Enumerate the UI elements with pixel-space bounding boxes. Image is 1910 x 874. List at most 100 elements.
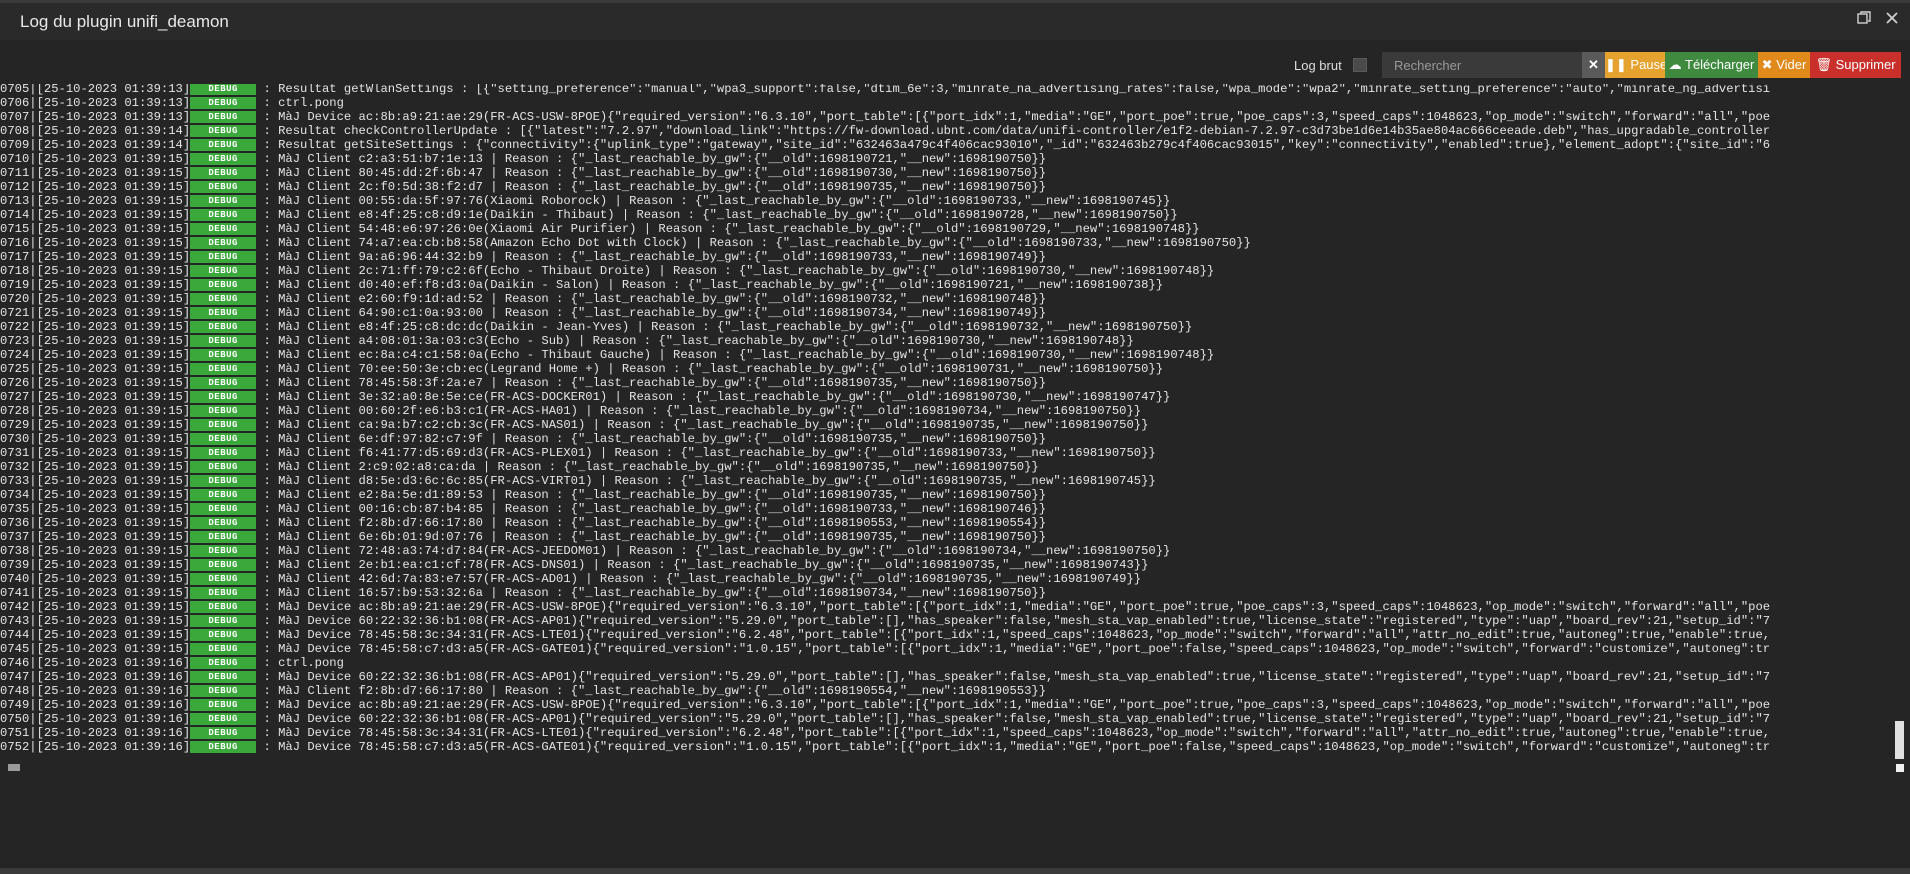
log-level-badge: DEBUG bbox=[190, 699, 257, 711]
log-line-prefix: 0720|[25-10-2023 01:39:15] bbox=[0, 292, 191, 306]
log-line: 0735|[25-10-2023 01:39:15] DEBUG : MàJ Cl… bbox=[0, 502, 1890, 516]
log-level-badge: DEBUG bbox=[190, 461, 257, 473]
log-line: 0734|[25-10-2023 01:39:15] DEBUG : MàJ Cl… bbox=[0, 488, 1890, 502]
log-line-message: : MàJ Client e2:8a:5e:d1:89:53 | Reason … bbox=[256, 488, 1047, 502]
log-output[interactable]: 0705|[25-10-2023 01:39:13] DEBUG : Result… bbox=[0, 84, 1890, 759]
log-line-prefix: 0727|[25-10-2023 01:39:15] bbox=[0, 390, 191, 404]
log-line-message: : MàJ Client f6:41:77:d5:69:d3(FR-ACS-PL… bbox=[256, 446, 1156, 460]
log-line-message: : Resultat getWlanSettings : [{"setting_… bbox=[256, 84, 1771, 96]
pause-label: Pause bbox=[1630, 57, 1668, 72]
log-line-prefix: 0746|[25-10-2023 01:39:16] bbox=[0, 656, 191, 670]
log-line: 0714|[25-10-2023 01:39:15] DEBUG : MàJ Cl… bbox=[0, 208, 1890, 222]
log-line-prefix: 0721|[25-10-2023 01:39:15] bbox=[0, 306, 191, 320]
log-level-badge: DEBUG bbox=[190, 545, 257, 557]
log-line-message: : MàJ Device 60:22:32:36:b1:08(FR-ACS-AP… bbox=[256, 614, 1771, 628]
log-line: 0748|[25-10-2023 01:39:16] DEBUG : MàJ Cl… bbox=[0, 684, 1890, 698]
log-line: 0727|[25-10-2023 01:39:15] DEBUG : MàJ Cl… bbox=[0, 390, 1890, 404]
log-line-message: : MàJ Client 2c:f0:5d:38:f2:d7 | Reason … bbox=[256, 180, 1047, 194]
log-line: 0712|[25-10-2023 01:39:15] DEBUG : MàJ Cl… bbox=[0, 180, 1890, 194]
log-line-message: : MàJ Client ca:9a:b7:c2:cb:3c(FR-ACS-NA… bbox=[256, 418, 1149, 432]
log-line: 0742|[25-10-2023 01:39:15] DEBUG : MàJ De… bbox=[0, 600, 1890, 614]
log-line-message: : MàJ Client 6e:df:97:82:c7:9f | Reason … bbox=[256, 432, 1047, 446]
clear-search-button[interactable]: ✕ bbox=[1582, 52, 1605, 78]
log-line: 0711|[25-10-2023 01:39:15] DEBUG : MàJ Cl… bbox=[0, 166, 1890, 180]
log-line: 0706|[25-10-2023 01:39:13] DEBUG : ctrl.p… bbox=[0, 96, 1890, 110]
log-level-badge: DEBUG bbox=[190, 615, 257, 627]
log-level-badge: DEBUG bbox=[190, 84, 257, 95]
log-line: 0751|[25-10-2023 01:39:16] DEBUG : MàJ De… bbox=[0, 726, 1890, 740]
log-level-badge: DEBUG bbox=[190, 601, 257, 613]
pause-button[interactable]: ❚❚ Pause bbox=[1605, 52, 1668, 78]
raw-log-checkbox[interactable] bbox=[1353, 58, 1367, 72]
log-line-prefix: 0748|[25-10-2023 01:39:16] bbox=[0, 684, 191, 698]
log-line-prefix: 0712|[25-10-2023 01:39:15] bbox=[0, 180, 191, 194]
log-line-prefix: 0729|[25-10-2023 01:39:15] bbox=[0, 418, 191, 432]
log-level-badge: DEBUG bbox=[190, 573, 257, 585]
log-level-badge: DEBUG bbox=[190, 307, 257, 319]
log-line-prefix: 0751|[25-10-2023 01:39:16] bbox=[0, 726, 191, 740]
log-level-badge: DEBUG bbox=[190, 97, 257, 109]
log-line-message: : MàJ Client 64:90:c1:0a:93:00 | Reason … bbox=[256, 306, 1047, 320]
log-level-badge: DEBUG bbox=[190, 727, 257, 739]
empty-button[interactable]: ✖ Vider bbox=[1758, 52, 1810, 78]
log-level-badge: DEBUG bbox=[190, 531, 257, 543]
log-line-message: : MàJ Client ec:8a:c4:c1:58:0a(Echo - Th… bbox=[256, 348, 1215, 362]
log-line: 0715|[25-10-2023 01:39:15] DEBUG : MàJ Cl… bbox=[0, 222, 1890, 236]
log-line-prefix: 0742|[25-10-2023 01:39:15] bbox=[0, 600, 191, 614]
log-line-message: : MàJ Client c2:a3:51:b7:1e:13 | Reason … bbox=[256, 152, 1047, 166]
log-line-prefix: 0705|[25-10-2023 01:39:13] bbox=[0, 84, 191, 96]
log-line-message: : ctrl.pong bbox=[256, 656, 344, 670]
horizontal-scrollbar-thumb[interactable] bbox=[8, 764, 20, 771]
log-line-prefix: 0713|[25-10-2023 01:39:15] bbox=[0, 194, 191, 208]
log-line: 0718|[25-10-2023 01:39:15] DEBUG : MàJ Cl… bbox=[0, 264, 1890, 278]
log-line: 0716|[25-10-2023 01:39:15] DEBUG : MàJ Cl… bbox=[0, 236, 1890, 250]
close-icon[interactable] bbox=[1883, 11, 1901, 29]
log-level-badge: DEBUG bbox=[190, 475, 257, 487]
log-line-message: : MàJ Client 70:ee:50:3e:cb:ec(Legrand H… bbox=[256, 362, 1164, 376]
log-line-message: : MàJ Client 80:45:dd:2f:6b:47 | Reason … bbox=[256, 166, 1047, 180]
log-line-prefix: 0736|[25-10-2023 01:39:15] bbox=[0, 516, 191, 530]
empty-label: Vider bbox=[1776, 57, 1807, 72]
maximize-icon[interactable] bbox=[1855, 11, 1873, 29]
log-line-message: : MàJ Client 00:55:da:5f:97:76(Xiaomi Ro… bbox=[256, 194, 1171, 208]
log-line: 0744|[25-10-2023 01:39:15] DEBUG : MàJ De… bbox=[0, 628, 1890, 642]
cloud-download-icon: ☁ bbox=[1668, 57, 1685, 72]
log-line-message: : MàJ Device ac:8b:a9:21:ae:29(FR-ACS-US… bbox=[256, 110, 1771, 124]
log-line-prefix: 0716|[25-10-2023 01:39:15] bbox=[0, 236, 191, 250]
log-line-message: : MàJ Client 42:6d:7a:83:e7:57(FR-ACS-AD… bbox=[256, 572, 1142, 586]
log-line-message: : MàJ Device 78:45:58:c7:d3:a5(FR-ACS-GA… bbox=[256, 642, 1771, 656]
log-level-badge: DEBUG bbox=[190, 433, 257, 445]
log-line-message: : MàJ Device 60:22:32:36:b1:08(FR-ACS-AP… bbox=[256, 670, 1771, 684]
log-line: 0743|[25-10-2023 01:39:15] DEBUG : MàJ De… bbox=[0, 614, 1890, 628]
log-line: 0732|[25-10-2023 01:39:15] DEBUG : MàJ Cl… bbox=[0, 460, 1890, 474]
search-input[interactable] bbox=[1382, 52, 1582, 78]
log-line: 0739|[25-10-2023 01:39:15] DEBUG : MàJ Cl… bbox=[0, 558, 1890, 572]
log-level-badge: DEBUG bbox=[190, 559, 257, 571]
log-line-prefix: 0735|[25-10-2023 01:39:15] bbox=[0, 502, 191, 516]
delete-button[interactable]: 🗑 Supprimer bbox=[1810, 52, 1901, 78]
log-line-message: : MàJ Client 54:48:e6:97:26:0e(Xiaomi Ai… bbox=[256, 222, 1200, 236]
log-line: 0752|[25-10-2023 01:39:16] DEBUG : MàJ De… bbox=[0, 740, 1890, 754]
log-line-message: : MàJ Device ac:8b:a9:21:ae:29(FR-ACS-US… bbox=[256, 600, 1771, 614]
log-line-message: : MàJ Device 78:45:58:3c:34:31(FR-ACS-LT… bbox=[256, 628, 1771, 642]
log-line-prefix: 0750|[25-10-2023 01:39:16] bbox=[0, 712, 191, 726]
scroll-down-arrow[interactable] bbox=[1896, 764, 1904, 772]
log-line-prefix: 0725|[25-10-2023 01:39:15] bbox=[0, 362, 191, 376]
log-line-prefix: 0747|[25-10-2023 01:39:16] bbox=[0, 670, 191, 684]
log-line-message: : MàJ Client 72:48:a3:74:d7:84(FR-ACS-JE… bbox=[256, 544, 1171, 558]
log-line: 0733|[25-10-2023 01:39:15] DEBUG : MàJ Cl… bbox=[0, 474, 1890, 488]
log-line: 0729|[25-10-2023 01:39:15] DEBUG : MàJ Cl… bbox=[0, 418, 1890, 432]
log-line-prefix: 0749|[25-10-2023 01:39:16] bbox=[0, 698, 191, 712]
log-level-badge: DEBUG bbox=[190, 391, 257, 403]
log-level-badge: DEBUG bbox=[190, 503, 257, 515]
download-button[interactable]: ☁ Télécharger bbox=[1665, 52, 1758, 78]
log-level-badge: DEBUG bbox=[190, 489, 257, 501]
log-line: 0741|[25-10-2023 01:39:15] DEBUG : MàJ Cl… bbox=[0, 586, 1890, 600]
log-line: 0709|[25-10-2023 01:39:14] DEBUG : Result… bbox=[0, 138, 1890, 152]
vertical-scrollbar-thumb[interactable] bbox=[1895, 721, 1904, 759]
log-line-message: : MàJ Client e8:4f:25:c8:dc:dc(Daikin - … bbox=[256, 320, 1193, 334]
delete-label: Supprimer bbox=[1835, 57, 1896, 72]
log-line: 0707|[25-10-2023 01:39:13] DEBUG : MàJ De… bbox=[0, 110, 1890, 124]
log-level-badge: DEBUG bbox=[190, 125, 257, 137]
log-line-message: : MàJ Client a4:08:01:3a:03:c3(Echo - Su… bbox=[256, 334, 1134, 348]
